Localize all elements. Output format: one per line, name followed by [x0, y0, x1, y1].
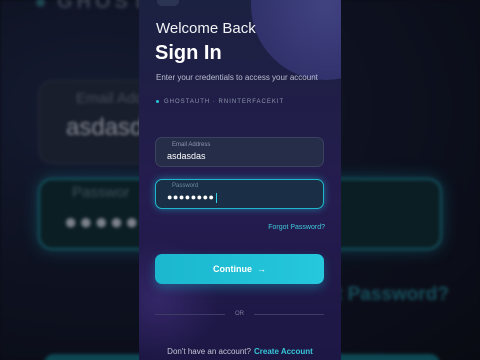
brand-dot-icon [156, 99, 159, 103]
bg-forgot-text: t Password? [336, 284, 449, 305]
continue-button[interactable]: Continue → [155, 254, 324, 284]
email-input[interactable]: asdasdas [167, 151, 206, 161]
or-label: OR [235, 311, 244, 317]
brand-line: GHOSTAUTH · RNINTERFACEKIT [156, 99, 284, 105]
welcome-heading: Welcome Back [156, 20, 256, 37]
password-input[interactable]: ●●●●●●●● [167, 192, 215, 202]
or-divider: OR [155, 310, 324, 318]
signup-prompt: Don't have an account? Create Account [139, 347, 341, 356]
password-field[interactable]: Password ●●●●●●●● [155, 179, 324, 209]
brand-line-text: GHOSTAUTH · RNINTERFACEKIT [164, 99, 285, 105]
email-field[interactable]: Email Address asdasdas [155, 137, 324, 167]
decor-orb [251, 0, 341, 80]
page-title: Sign In [155, 42, 222, 64]
continue-label: Continue [213, 264, 252, 274]
divider-line-right [254, 313, 324, 315]
divider-line-left [155, 313, 225, 315]
signin-card: Welcome Back Sign In Enter your credenti… [139, 0, 341, 360]
top-chip [157, 0, 179, 6]
bg-password-label: Passwor [72, 184, 130, 201]
forgot-password-link[interactable]: Forgot Password? [268, 224, 325, 231]
subtitle: Enter your credentials to access your ac… [156, 73, 318, 82]
screen: GHOSTAU Email Add asdasda Passwor ●●●●●●… [0, 0, 480, 360]
bg-brand-dot-icon [36, 0, 45, 8]
create-account-link[interactable]: Create Account [254, 347, 313, 356]
bg-email-label: Email Add [76, 90, 144, 107]
text-caret [215, 192, 217, 203]
password-input-wrap[interactable]: ●●●●●●●● [167, 192, 217, 203]
arrow-right-icon: → [257, 264, 266, 274]
password-label: Password [172, 183, 199, 189]
email-label: Email Address [172, 142, 211, 148]
signup-question: Don't have an account? [167, 347, 251, 356]
